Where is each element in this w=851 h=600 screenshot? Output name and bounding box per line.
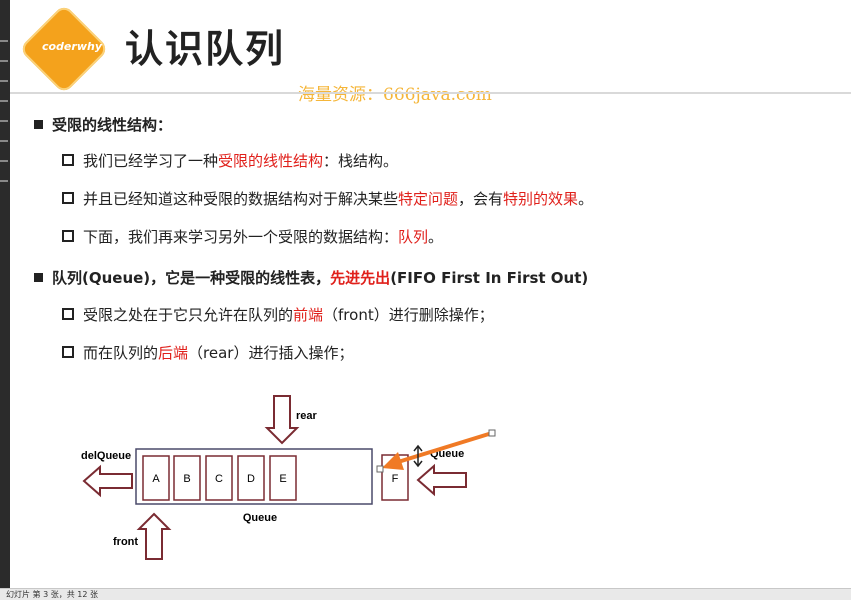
queue-item-d: D (237, 455, 265, 501)
queue-item-c: C (205, 455, 233, 501)
queue-item-b: B (173, 455, 201, 501)
item-label: B (183, 473, 190, 485)
slide-counter: 幻灯片 第 3 张，共 12 张 (6, 590, 98, 599)
dequeue-arrow-icon (82, 464, 133, 498)
front-arrow-icon (136, 512, 172, 560)
item-label: C (215, 473, 223, 485)
annotation-arrow-icon (376, 429, 496, 473)
item-label: A (152, 473, 160, 485)
status-bar: 幻灯片 第 3 张，共 12 张 (0, 588, 851, 600)
dequeue-label: delQueue (81, 450, 131, 462)
item-label: E (279, 473, 286, 485)
enqueue-arrow-icon (416, 463, 467, 497)
queue-item-e: E (269, 455, 297, 501)
item-label: F (392, 473, 399, 485)
item-label: D (247, 473, 255, 485)
front-label: front (113, 536, 138, 548)
queue-label: Queue (243, 512, 277, 524)
rear-label: rear (296, 410, 318, 422)
queue-item-a: A (142, 455, 170, 501)
rear-arrow-icon (264, 395, 300, 445)
queue-diagram: A B C D E F Queue rear front delQueue Qu… (81, 395, 496, 560)
